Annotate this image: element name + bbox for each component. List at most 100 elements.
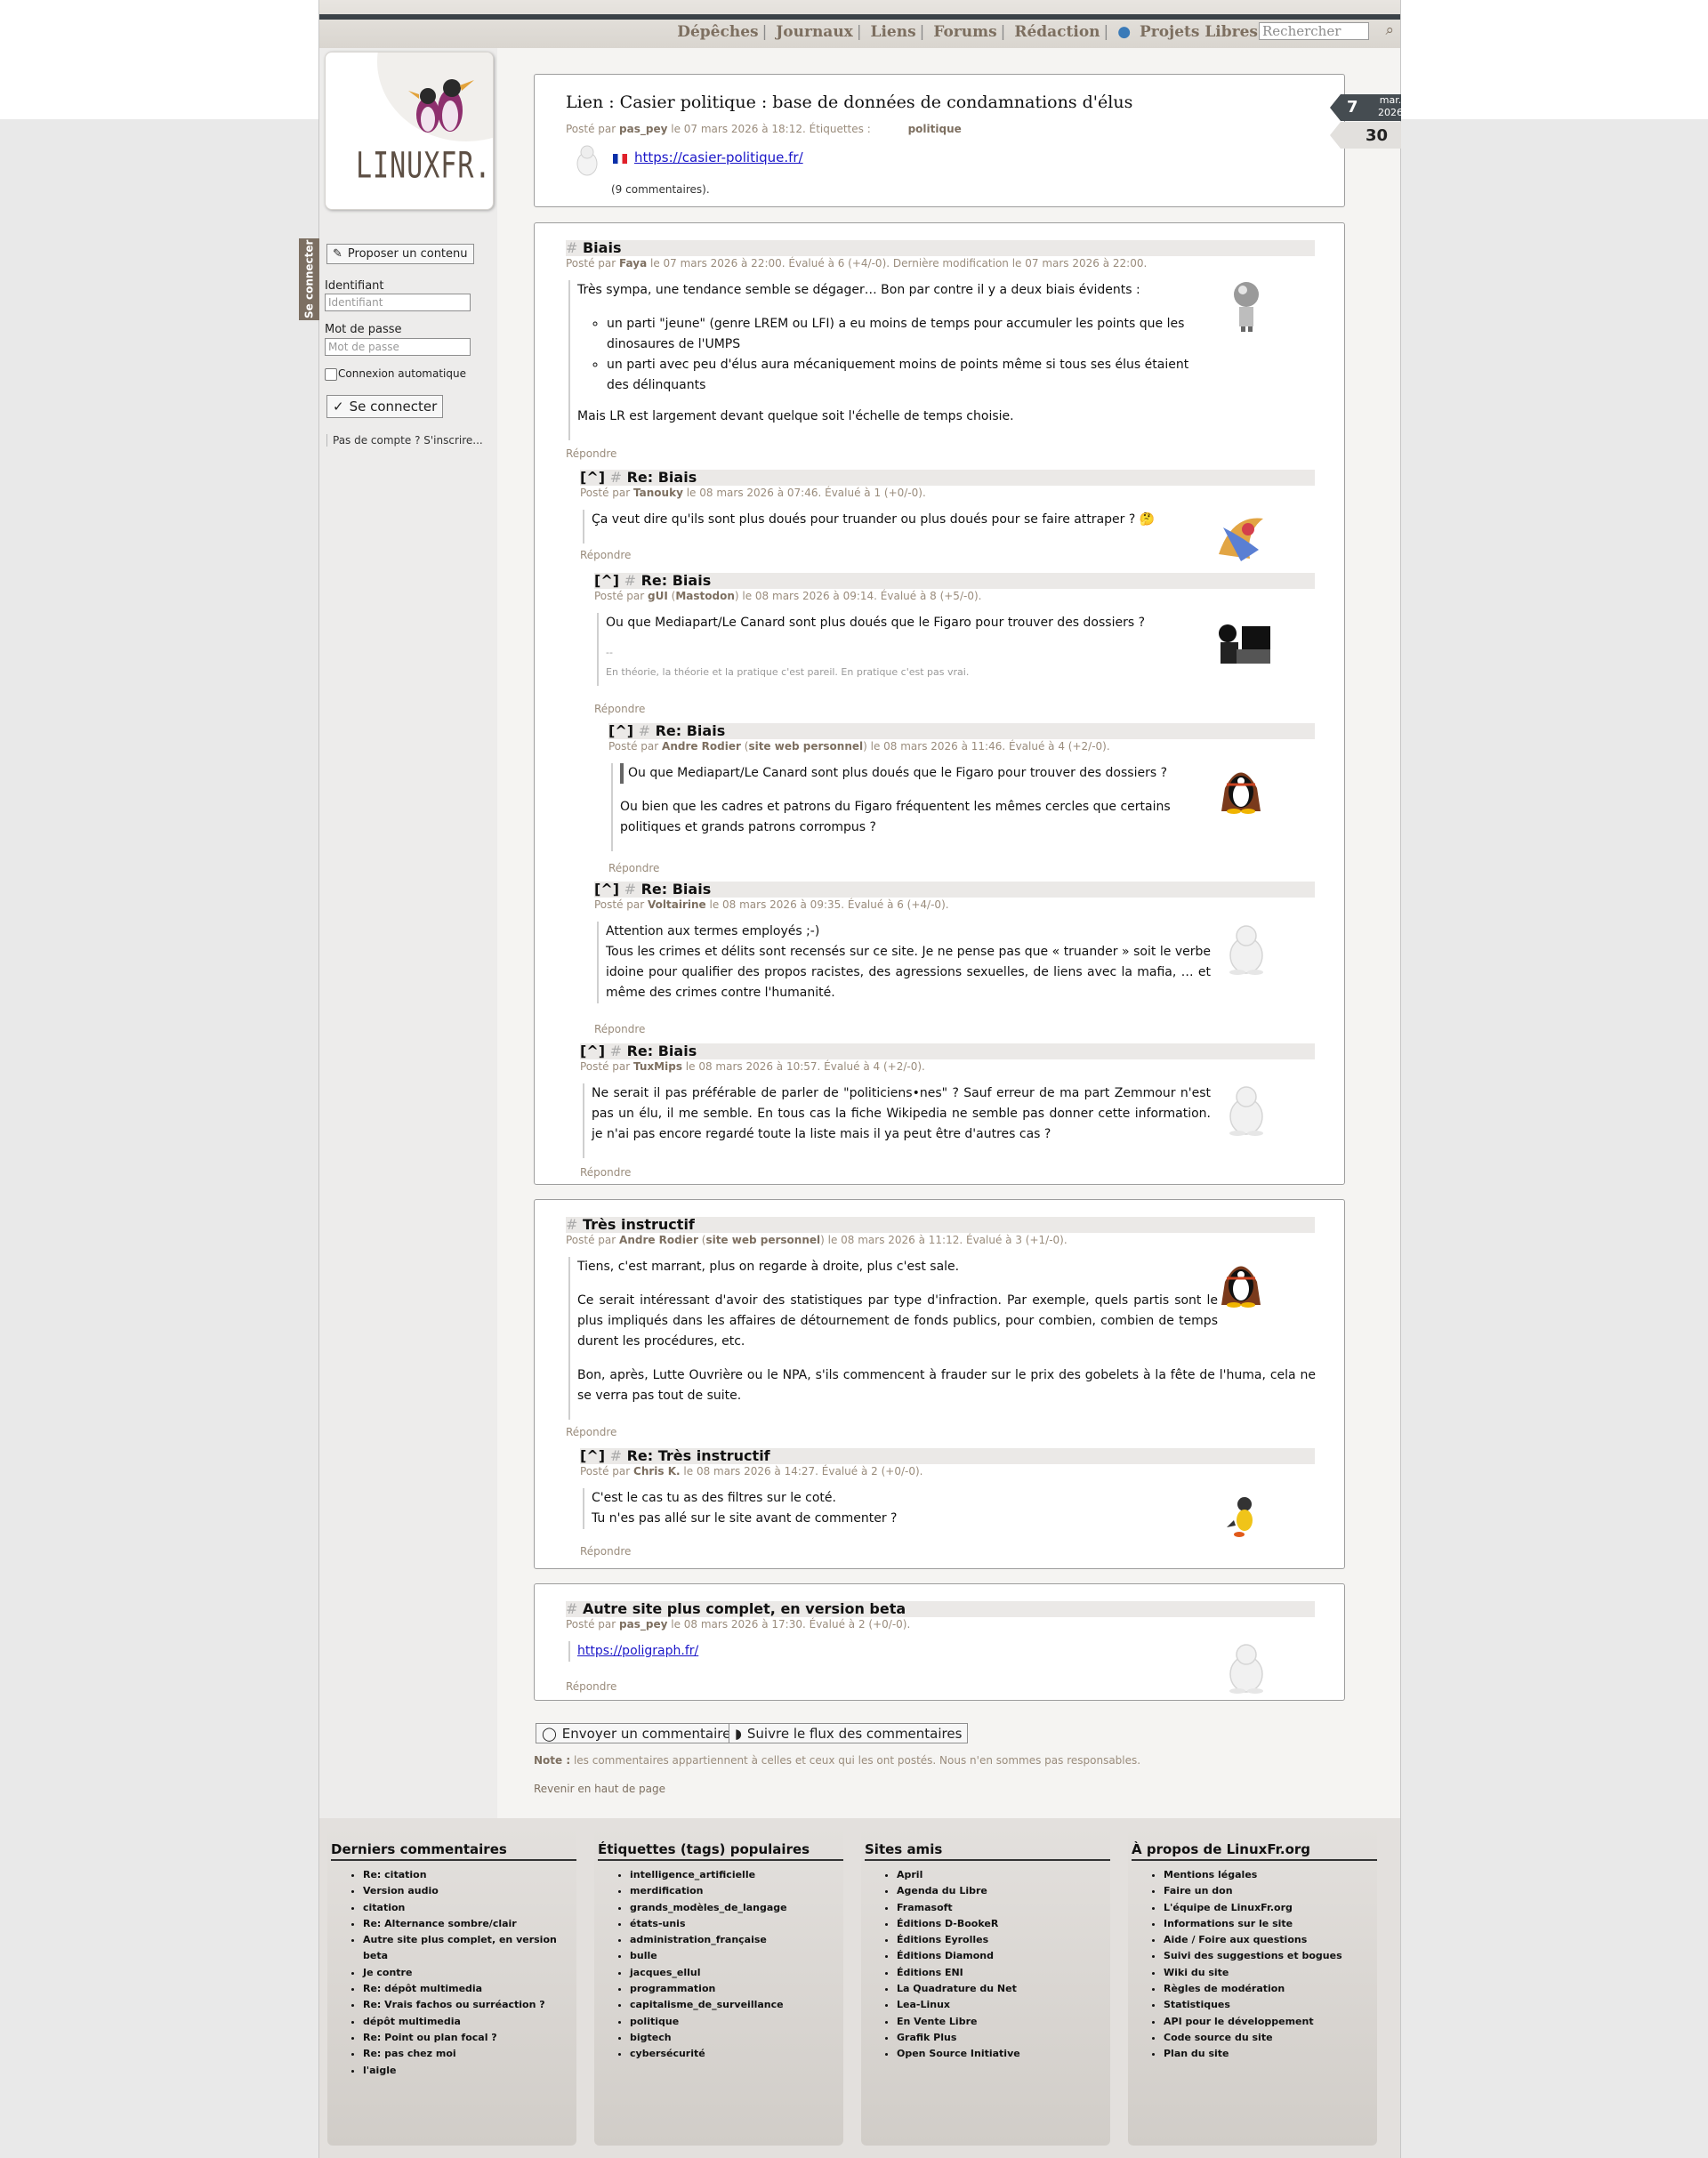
footer-link[interactable]: Éditions ENI — [897, 1965, 1020, 1981]
news-title[interactable]: Lien : Casier politique : base de donnée… — [566, 93, 1132, 112]
footer-link[interactable]: En Vente Libre — [897, 2014, 1020, 2030]
footer-link[interactable]: Wiki du site — [1164, 1965, 1342, 1981]
login-id-input[interactable]: Identifiant — [325, 294, 471, 311]
footer-link[interactable]: grands_modèles_de_langage — [630, 1900, 787, 1916]
nav-redaction[interactable]: Rédaction — [1012, 23, 1101, 41]
footer-link[interactable]: Règles de modération — [1164, 1981, 1342, 1997]
reply-link[interactable]: Répondre — [580, 1166, 631, 1179]
footer-link[interactable]: Open Source Initiative — [897, 2046, 1020, 2062]
parent-link[interactable]: [^] — [580, 469, 605, 486]
footer-link[interactable]: états-unis — [630, 1916, 787, 1932]
footer-link[interactable]: Framasoft — [897, 1900, 1020, 1916]
search-input[interactable]: Rechercher — [1259, 22, 1369, 40]
back-to-top-link[interactable]: Revenir en haut de page — [534, 1783, 665, 1795]
footer-link[interactable]: l'aigle — [363, 2063, 576, 2079]
footer-link[interactable]: dépôt multimedia — [363, 2014, 576, 2030]
footer-link[interactable]: API pour le développement — [1164, 2014, 1342, 2030]
date-day: 7 — [1347, 98, 1358, 117]
nav-forums[interactable]: Forums — [931, 23, 998, 41]
footer-link[interactable]: jacques_ellul — [630, 1965, 787, 1981]
footer-link[interactable]: Autre site plus complet, en version beta — [363, 1932, 576, 1965]
footer-link[interactable]: Re: Point ou plan focal ? — [363, 2030, 576, 2046]
comment-title[interactable]: [^] # Re: Biais — [594, 882, 1315, 898]
signup-link[interactable]: Pas de compte ? S'inscrire... — [326, 434, 483, 447]
password-input[interactable]: Mot de passe — [325, 338, 471, 356]
footer-link[interactable]: programmation — [630, 1981, 787, 1997]
reply-link[interactable]: Répondre — [608, 862, 659, 874]
parent-link[interactable]: [^] — [594, 881, 619, 898]
reply-link[interactable]: Répondre — [594, 1023, 645, 1035]
comment-title[interactable]: [^] # Re: Biais — [608, 723, 1315, 739]
search-icon[interactable]: ⌕ — [1385, 21, 1394, 39]
footer-link[interactable]: Re: Vrais fachos ou surréaction ? — [363, 1997, 576, 2013]
nav-liens[interactable]: Liens — [868, 23, 917, 41]
login-button[interactable]: ✓ Se connecter — [326, 395, 444, 418]
comment-title[interactable]: # Biais — [566, 240, 1315, 256]
propose-content-button[interactable]: ✎ Proposer un contenu — [326, 244, 474, 264]
footer-link[interactable]: bulle — [630, 1948, 787, 1964]
follow-comments-feed-button[interactable]: ◗ Suivre le flux des commentaires — [729, 1723, 969, 1743]
auto-login-checkbox[interactable] — [325, 368, 337, 381]
footer-link[interactable]: Re: Alternance sombre/clair — [363, 1916, 576, 1932]
news-author-link[interactable]: pas_pey — [619, 123, 667, 135]
comment-title[interactable]: # Autre site plus complet, en version be… — [566, 1601, 1315, 1617]
reply-link[interactable]: Répondre — [580, 549, 631, 561]
comment-title[interactable]: [^] # Re: Biais — [594, 573, 1315, 589]
nav-depeches[interactable]: Dépêches — [675, 23, 760, 41]
reply-link[interactable]: Répondre — [566, 1426, 616, 1438]
footer-link[interactable]: Grafik Plus — [897, 2030, 1020, 2046]
footer-link[interactable]: citation — [363, 1900, 576, 1916]
parent-link[interactable]: [^] — [580, 1447, 605, 1464]
footer-link[interactable]: Mentions légales — [1164, 1867, 1342, 1883]
footer-link[interactable]: Version audio — [363, 1883, 576, 1899]
site-logo[interactable]: LINUXFR.ORG — [325, 52, 494, 210]
comment-title[interactable]: [^] # Re: Biais — [580, 1043, 1315, 1059]
footer-link[interactable]: merdification — [630, 1883, 787, 1899]
login-tab[interactable]: Se connecter — [299, 238, 319, 320]
footer-link[interactable]: Informations sur le site — [1164, 1916, 1342, 1932]
comment-title[interactable]: [^] # Re: Très instructif — [580, 1448, 1315, 1464]
reply-link[interactable]: Répondre — [594, 703, 645, 715]
footer-link[interactable]: bigtech — [630, 2030, 787, 2046]
footer-link[interactable]: cybersécurité — [630, 2046, 787, 2062]
news-tag[interactable]: politique — [908, 123, 962, 135]
parent-link[interactable]: [^] — [580, 1043, 605, 1059]
comment-title[interactable]: # Très instructif — [566, 1217, 1315, 1233]
footer-link[interactable]: Re: citation — [363, 1867, 576, 1883]
footer-link[interactable]: Éditions Eyrolles — [897, 1932, 1020, 1948]
nav-journaux[interactable]: Journaux — [774, 23, 855, 41]
footer-link[interactable]: Lea-Linux — [897, 1997, 1020, 2013]
date-year: 2026 — [1378, 107, 1403, 118]
footer-link[interactable]: intelligence_artificielle — [630, 1867, 787, 1883]
footer-link[interactable]: Re: dépôt multimedia — [363, 1981, 576, 1997]
news-link[interactable]: https://casier-politique.fr/ — [634, 149, 803, 165]
reply-link[interactable]: Répondre — [566, 447, 616, 460]
send-comment-button[interactable]: ◯ Envoyer un commentaire — [536, 1723, 737, 1743]
comment-title[interactable]: [^] # Re: Biais — [580, 470, 1315, 486]
comment-link[interactable]: https://poligraph.fr/ — [577, 1644, 698, 1658]
footer-link[interactable]: Re: pas chez moi — [363, 2046, 576, 2062]
footer-link[interactable]: capitalisme_de_surveillance — [630, 1997, 787, 2013]
footer-link[interactable]: L'équipe de LinuxFr.org — [1164, 1900, 1342, 1916]
reply-link[interactable]: Répondre — [566, 1680, 616, 1693]
footer-link[interactable]: Éditions Diamond — [897, 1948, 1020, 1964]
footer-link[interactable]: Suivi des suggestions et bogues — [1164, 1948, 1342, 1964]
footer-link[interactable]: April — [897, 1867, 1020, 1883]
footer-link[interactable]: Statistiques — [1164, 1997, 1342, 2013]
footer-link[interactable]: Éditions D-BookeR — [897, 1916, 1020, 1932]
footer-link[interactable]: Je contre — [363, 1965, 576, 1981]
reply-link[interactable]: Répondre — [580, 1545, 631, 1558]
footer-link[interactable]: administration_française — [630, 1932, 787, 1948]
comment-meta: Posté par Andre Rodier (site web personn… — [608, 740, 1110, 753]
footer-link[interactable]: La Quadrature du Net — [897, 1981, 1020, 1997]
parent-link[interactable]: [^] — [608, 722, 633, 739]
footer-link[interactable]: Plan du site — [1164, 2046, 1342, 2062]
news-meta: Posté par pas_pey le 07 mars 2026 à 18:1… — [566, 123, 962, 135]
footer-link[interactable]: Faire un don — [1164, 1883, 1342, 1899]
parent-link[interactable]: [^] — [594, 572, 619, 589]
footer-link[interactable]: Agenda du Libre — [897, 1883, 1020, 1899]
footer-link[interactable]: Code source du site — [1164, 2030, 1342, 2046]
nav-projets-libres[interactable]: Projets Libres — [1138, 23, 1260, 41]
footer-link[interactable]: politique — [630, 2014, 787, 2030]
footer-link[interactable]: Aide / Foire aux questions — [1164, 1932, 1342, 1948]
